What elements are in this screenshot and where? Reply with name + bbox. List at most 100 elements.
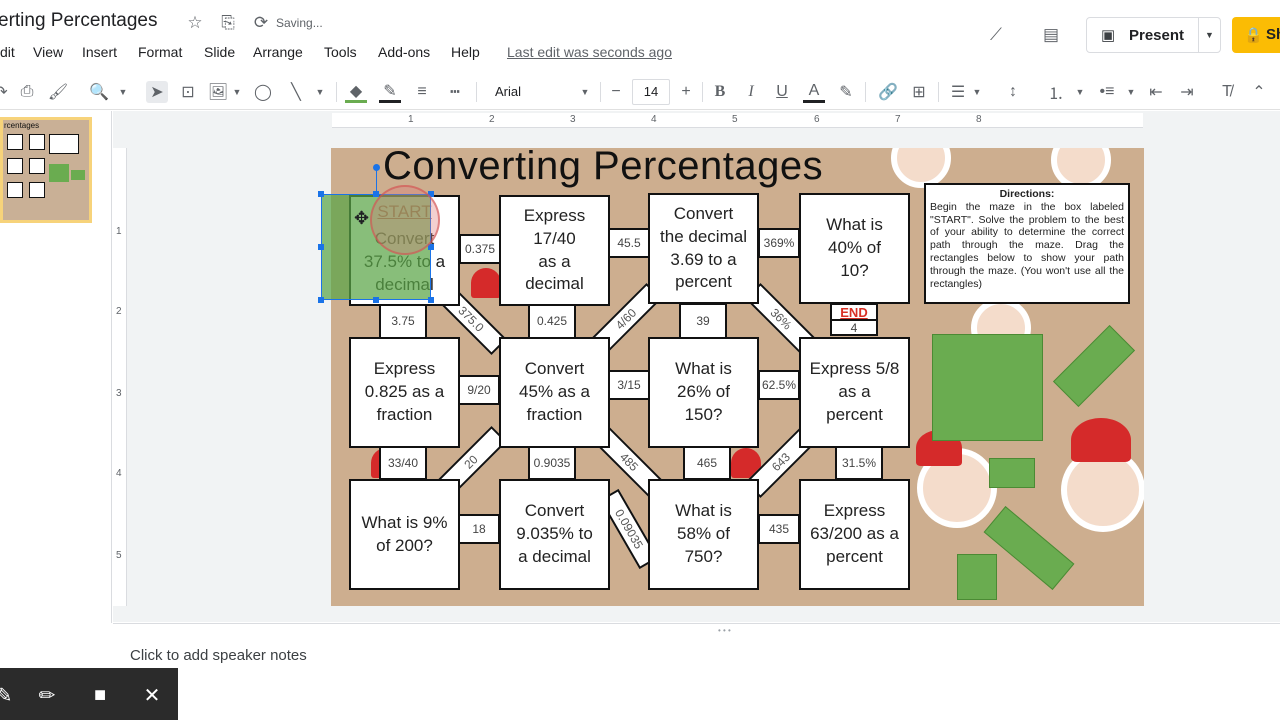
resize-handle[interactable] bbox=[318, 191, 324, 197]
camera-icon[interactable]: ■ bbox=[86, 682, 114, 708]
move-to-folder-icon[interactable]: ⎘ bbox=[217, 12, 239, 34]
close-icon[interactable]: ✕ bbox=[138, 682, 166, 708]
zoom-chevron-icon[interactable]: ▼ bbox=[116, 81, 130, 103]
maze-connector[interactable]: 4 bbox=[830, 319, 878, 336]
menu-slide[interactable]: Slide bbox=[204, 44, 235, 60]
maze-connector[interactable]: 369% bbox=[758, 228, 800, 258]
maze-box[interactable]: Convert 45% as a fraction bbox=[499, 337, 610, 448]
resize-handle[interactable] bbox=[428, 297, 434, 303]
maze-connector[interactable]: 0.375 bbox=[459, 234, 501, 264]
present-button[interactable]: ▣ Present ▼ bbox=[1086, 17, 1221, 53]
decrease-font-icon[interactable]: − bbox=[606, 81, 626, 103]
menu-view[interactable]: View bbox=[33, 44, 63, 60]
underline-icon[interactable]: U bbox=[771, 81, 793, 103]
maze-connector[interactable]: 45.5 bbox=[608, 228, 650, 258]
maze-connector[interactable]: 18 bbox=[458, 514, 500, 544]
align-chevron-icon[interactable]: ▼ bbox=[970, 81, 984, 103]
slide[interactable]: Converting Percentages 375.0 4/60 36% 20… bbox=[331, 148, 1144, 606]
maze-box[interactable]: Express 63/200 as a percent bbox=[799, 479, 910, 590]
paint-format-icon[interactable]: 🖌 bbox=[47, 81, 69, 103]
select-tool-icon[interactable]: ➤ bbox=[146, 81, 168, 103]
resize-handle[interactable] bbox=[373, 297, 379, 303]
notes-resize-handle[interactable]: • • • bbox=[718, 626, 731, 635]
draggable-rectangle[interactable] bbox=[989, 458, 1035, 488]
horizontal-ruler[interactable]: 1 2 3 4 5 6 7 8 bbox=[332, 113, 1143, 128]
maze-box[interactable]: Convert the decimal 3.69 to a percent bbox=[648, 193, 759, 304]
vertical-ruler[interactable]: 1 2 3 4 5 bbox=[113, 148, 127, 606]
maze-box[interactable]: What is 26% of 150? bbox=[648, 337, 759, 448]
last-edit-link[interactable]: Last edit was seconds ago bbox=[507, 44, 672, 60]
align-icon[interactable]: ☰ bbox=[947, 81, 969, 103]
shape-icon[interactable]: ◯ bbox=[252, 81, 274, 103]
draggable-rectangle[interactable] bbox=[957, 554, 997, 600]
border-color-icon[interactable]: ✎ bbox=[379, 81, 401, 103]
menu-help[interactable]: Help bbox=[451, 44, 480, 60]
share-button[interactable]: 🔒 Sh bbox=[1232, 17, 1280, 53]
speaker-notes-placeholder[interactable]: Click to add speaker notes bbox=[130, 647, 307, 664]
link-icon[interactable]: 🔗 bbox=[877, 81, 899, 103]
maze-connector[interactable]: 31.5% bbox=[835, 446, 883, 480]
redo-icon[interactable]: ↷ bbox=[0, 81, 8, 103]
menu-edit[interactable]: dit bbox=[0, 44, 15, 60]
numbered-list-icon[interactable]: ⒈ bbox=[1045, 81, 1067, 103]
menu-arrange[interactable]: Arrange bbox=[253, 44, 303, 60]
comments-icon[interactable]: ▤ bbox=[1040, 24, 1062, 46]
slide-thumbnail[interactable]: rcentages bbox=[0, 117, 92, 223]
maze-connector[interactable]: 0.9035 bbox=[528, 446, 576, 480]
directions-box[interactable]: Directions: Begin the maze in the box la… bbox=[924, 183, 1130, 304]
increase-indent-icon[interactable]: ⇥ bbox=[1176, 81, 1198, 103]
text-box-icon[interactable]: ⊡ bbox=[177, 81, 199, 103]
chevron-down-icon[interactable]: ▼ bbox=[1198, 18, 1220, 52]
presentation-title[interactable]: erting Percentages bbox=[0, 10, 158, 32]
maze-box[interactable]: What is 9% of 200? bbox=[349, 479, 460, 590]
increase-font-icon[interactable]: + bbox=[676, 81, 696, 103]
border-dash-icon[interactable]: ┅ bbox=[444, 81, 466, 103]
line-spacing-icon[interactable]: ↕ bbox=[1002, 81, 1024, 103]
maze-box[interactable]: Express 0.825 as a fraction bbox=[349, 337, 460, 448]
marker-icon[interactable]: ✏ bbox=[33, 682, 61, 708]
activity-trend-icon[interactable]: ⟋ bbox=[985, 24, 1007, 46]
pen-tool-icon[interactable]: ✎ bbox=[0, 682, 18, 708]
italic-icon[interactable]: I bbox=[740, 81, 762, 103]
draggable-rectangle[interactable] bbox=[1052, 324, 1136, 408]
maze-connector[interactable]: 3.75 bbox=[379, 303, 427, 339]
line-chevron-icon[interactable]: ▼ bbox=[313, 81, 327, 103]
speaker-notes-panel[interactable] bbox=[113, 623, 1280, 720]
font-family-select[interactable]: Arial bbox=[495, 84, 521, 99]
border-weight-icon[interactable]: ≡ bbox=[411, 81, 433, 103]
maze-connector[interactable]: 9/20 bbox=[458, 375, 500, 405]
resize-handle[interactable] bbox=[318, 297, 324, 303]
add-comment-icon[interactable]: ⊞ bbox=[908, 81, 930, 103]
image-chevron-icon[interactable]: ▼ bbox=[230, 81, 244, 103]
print-icon[interactable]: ⎙ bbox=[16, 81, 38, 103]
menu-insert[interactable]: Insert bbox=[82, 44, 117, 60]
maze-connector[interactable]: 435 bbox=[758, 514, 800, 544]
line-icon[interactable]: ╲ bbox=[285, 81, 307, 103]
bulleted-list-icon[interactable]: •≡ bbox=[1096, 81, 1118, 103]
maze-connector[interactable]: 39 bbox=[679, 303, 727, 339]
maze-connector[interactable]: 465 bbox=[683, 446, 731, 480]
bold-icon[interactable]: B bbox=[709, 81, 731, 103]
star-icon[interactable]: ☆ bbox=[184, 12, 206, 34]
maze-box[interactable]: What is 40% of 10? bbox=[799, 193, 910, 304]
fill-color-icon[interactable]: ◆ bbox=[345, 81, 367, 103]
text-color-icon[interactable]: A bbox=[803, 81, 825, 103]
maze-box[interactable]: Express 17/40 as a decimal bbox=[499, 195, 610, 306]
maze-box[interactable]: Convert 9.035% to a decimal bbox=[499, 479, 610, 590]
draggable-rectangle[interactable] bbox=[983, 506, 1075, 590]
zoom-icon[interactable]: 🔍 bbox=[88, 81, 110, 103]
decrease-indent-icon[interactable]: ⇤ bbox=[1145, 81, 1167, 103]
collapse-toolbar-icon[interactable]: ⌃ bbox=[1248, 81, 1270, 103]
highlight-icon[interactable]: ✎ bbox=[835, 81, 857, 103]
maze-box[interactable]: What is 58% of 750? bbox=[648, 479, 759, 590]
slide-title[interactable]: Converting Percentages bbox=[383, 148, 823, 189]
resize-handle[interactable] bbox=[318, 244, 324, 250]
draggable-rectangle[interactable] bbox=[932, 334, 1043, 441]
menu-format[interactable]: Format bbox=[138, 44, 182, 60]
clear-formatting-icon[interactable]: T̸ bbox=[1216, 81, 1238, 103]
maze-connector[interactable]: 0.425 bbox=[528, 303, 576, 339]
image-icon[interactable]: 🖼 bbox=[207, 81, 229, 103]
maze-connector[interactable]: 33/40 bbox=[379, 446, 427, 480]
font-chevron-icon[interactable]: ▼ bbox=[578, 81, 592, 103]
menu-tools[interactable]: Tools bbox=[324, 44, 357, 60]
